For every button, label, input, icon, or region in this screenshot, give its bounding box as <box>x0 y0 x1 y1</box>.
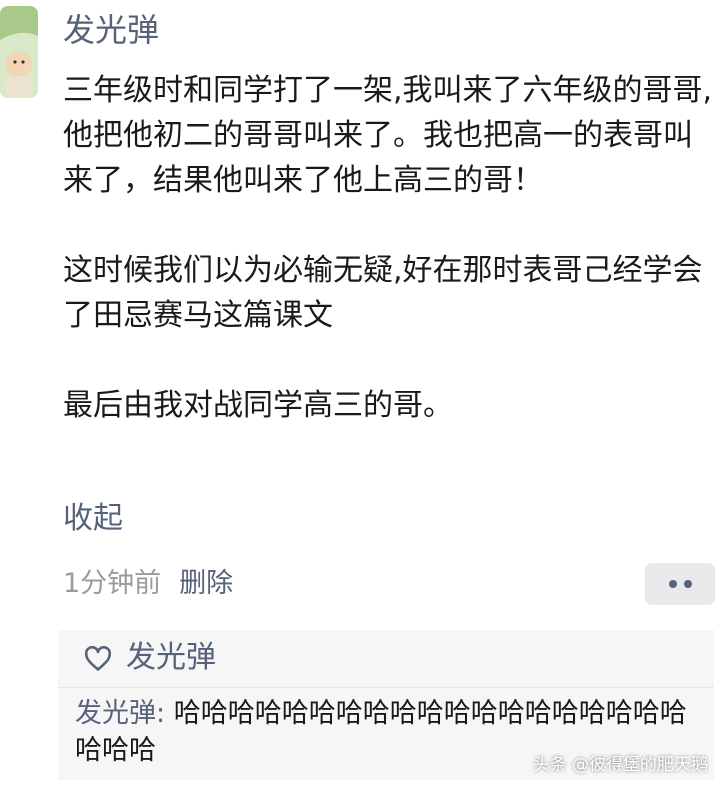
comment-author[interactable]: 发光弹: <box>75 698 165 729</box>
post-paragraph: 三年级时和同学打了一架,我叫来了六年级的哥哥,他把他初二的哥哥叫来了。我也把高一… <box>63 73 713 198</box>
post-meta: 1分钟前 删除 <box>63 565 233 603</box>
post-paragraph: 这时候我们以为必输无疑,好在那时表哥己经学会了田忌赛马这篇课文 <box>63 253 703 333</box>
more-dots-icon <box>684 580 692 588</box>
likes-panel: 发光弹 <box>58 630 714 688</box>
more-dots-icon <box>669 580 677 588</box>
delete-link[interactable]: 删除 <box>179 568 233 599</box>
more-actions-button[interactable] <box>645 563 715 605</box>
watermark: 头条 @彼得堡的肥天鹅 <box>532 755 708 775</box>
post-author-name[interactable]: 发光弹 <box>63 10 159 50</box>
collapse-link[interactable]: 收起 <box>63 499 123 539</box>
avatar[interactable] <box>0 6 38 98</box>
post-paragraph: 最后由我对战同学高三的哥。 <box>63 388 453 423</box>
heart-outline-icon <box>84 646 112 671</box>
like-user-name[interactable]: 发光弹 <box>126 638 216 678</box>
post-content: 三年级时和同学打了一架,我叫来了六年级的哥哥,他把他初二的哥哥叫来了。我也把高一… <box>63 68 713 428</box>
avatar-image <box>0 6 38 98</box>
post-timestamp: 1分钟前 <box>63 568 162 599</box>
